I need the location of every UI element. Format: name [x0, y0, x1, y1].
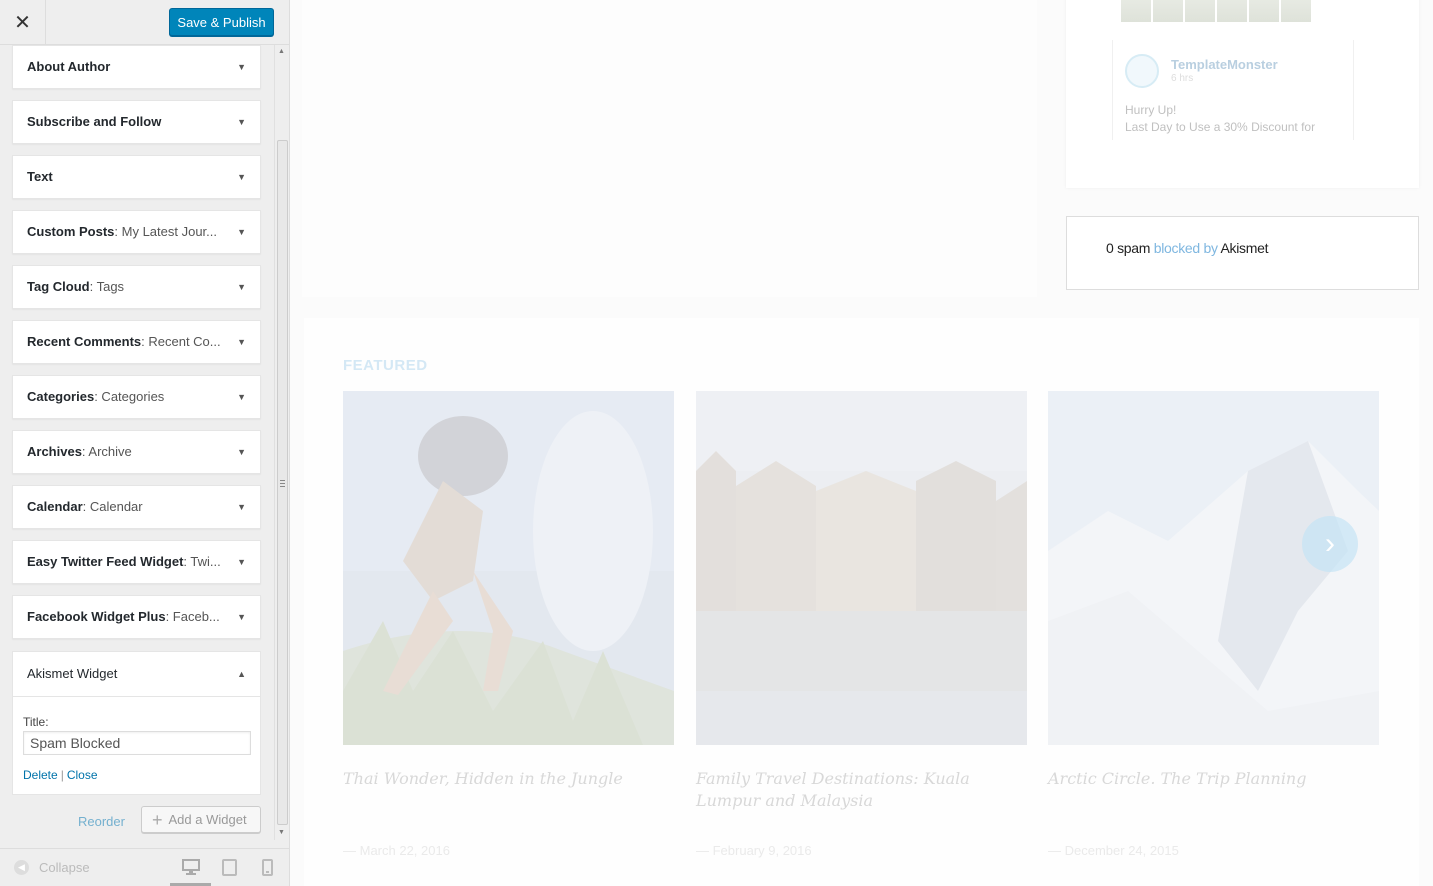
akismet-widget-form: Title: Spam Blocked Delete | Close: [13, 696, 260, 795]
content-panel: [302, 0, 1037, 297]
collapse-icon: ◀: [14, 860, 29, 875]
post-image-jungle[interactable]: [343, 391, 674, 745]
widget-name: Facebook Widget Plus: [27, 609, 166, 624]
add-widget-label: Add a Widget: [168, 812, 247, 827]
reorder-link[interactable]: Reorder: [78, 814, 125, 829]
post-image-city[interactable]: [696, 391, 1027, 745]
widget-text[interactable]: Text ▼: [12, 155, 261, 199]
customizer-header: ✕ Save & Publish: [0, 0, 289, 45]
template-monster-logo: [1125, 54, 1159, 88]
sidebar-scrollbar[interactable]: ▲ ▼: [274, 45, 289, 840]
add-widget-button[interactable]: + Add a Widget: [141, 806, 261, 833]
title-input[interactable]: Spam Blocked: [23, 731, 251, 755]
widget-calendar[interactable]: Calendar: Calendar ▼: [12, 485, 261, 529]
akismet-brand: Akismet: [1220, 240, 1269, 256]
post-title[interactable]: Thai Wonder, Hidden in the Jungle: [343, 768, 673, 790]
arrow-down-icon[interactable]: ▼: [237, 321, 246, 363]
akismet-widget-title[interactable]: Akismet Widget: [27, 652, 117, 696]
widget-subtitle: : Recent Co...: [141, 334, 221, 349]
separator: |: [60, 768, 64, 782]
fb-post-text: Hurry Up! Last Day to Use a 30% Discount…: [1125, 103, 1316, 134]
widget-facebook-plus[interactable]: Facebook Widget Plus: Faceb... ▼: [12, 595, 261, 639]
akismet-widget-preview: 0 spam blocked by Akismet: [1066, 216, 1419, 290]
site-preview: TemplateMonster 6 hrs Hurry Up! Last Day…: [290, 0, 1433, 886]
post-date: — December 24, 2015: [1048, 843, 1179, 858]
arrow-down-icon[interactable]: ▼: [237, 101, 246, 143]
collapse-button[interactable]: ◀ Collapse: [14, 860, 90, 875]
arrow-up-icon[interactable]: ▲: [237, 652, 246, 696]
arrow-down-icon[interactable]: ▼: [237, 211, 246, 253]
widget-subtitle: : My Latest Jour...: [114, 224, 218, 239]
scroll-thumb[interactable]: [277, 140, 288, 825]
widget-name: Recent Comments: [27, 334, 142, 349]
mobile-icon[interactable]: [262, 859, 273, 881]
delete-link[interactable]: Delete: [23, 768, 58, 782]
widget-subtitle: : Archive: [81, 444, 132, 459]
widget-custom-posts[interactable]: Custom Posts: My Latest Jour... ▼: [12, 210, 261, 254]
widget-name: Custom Posts: [27, 224, 115, 239]
blocked-by-text: blocked by: [1153, 240, 1218, 256]
widget-subtitle: : Twi...: [183, 554, 221, 569]
widget-easy-twitter-feed[interactable]: Easy Twitter Feed Widget: Twi... ▼: [12, 540, 261, 584]
desktop-icon[interactable]: [182, 859, 200, 880]
arrow-down-icon[interactable]: ▼: [237, 156, 246, 198]
customizer-footer: ◀ Collapse: [0, 848, 289, 886]
fb-post-time: 6 hrs: [1171, 73, 1194, 84]
post-title[interactable]: Arctic Circle. The Trip Planning: [1048, 768, 1378, 790]
widget-archives[interactable]: Archives: Archive ▼: [12, 430, 261, 474]
title-field-label: Title:: [23, 715, 49, 729]
facebook-widget-preview: TemplateMonster 6 hrs Hurry Up! Last Day…: [1066, 0, 1419, 188]
save-publish-button[interactable]: Save & Publish: [169, 8, 274, 36]
spam-count: 0 spam: [1106, 240, 1151, 256]
widget-subscribe-follow[interactable]: Subscribe and Follow ▼: [12, 100, 261, 144]
widget-subtitle: : Tags: [89, 279, 125, 294]
widget-list: About Author ▼ Subscribe and Follow ▼ Te…: [0, 45, 274, 840]
chevron-right-icon[interactable]: ›: [1302, 516, 1358, 572]
arrow-down-icon[interactable]: ▼: [237, 46, 246, 88]
arrow-down-icon[interactable]: ▼: [237, 431, 246, 473]
widget-subtitle: : Categories: [94, 389, 165, 404]
scroll-down-icon[interactable]: ▼: [278, 829, 285, 836]
widget-subtitle: : Calendar: [82, 499, 143, 514]
widget-subtitle: : Faceb...: [165, 609, 220, 624]
featured-heading: FEATURED: [343, 357, 428, 374]
widget-name: Calendar: [27, 499, 83, 514]
widget-name: Subscribe and Follow: [27, 114, 162, 129]
tablet-icon[interactable]: [222, 859, 237, 881]
widget-name: Categories: [27, 389, 95, 404]
arrow-down-icon[interactable]: ▼: [237, 486, 246, 528]
post-date: — March 22, 2016: [343, 843, 450, 858]
fb-page-name[interactable]: TemplateMonster: [1171, 57, 1278, 72]
close-icon[interactable]: ✕: [0, 0, 46, 45]
widget-name: About Author: [27, 59, 111, 74]
widget-name: Easy Twitter Feed Widget: [27, 554, 184, 569]
arrow-down-icon[interactable]: ▼: [237, 376, 246, 418]
arrow-down-icon[interactable]: ▼: [237, 266, 246, 308]
collapse-label: Collapse: [39, 860, 90, 875]
widget-actions: Delete | Close: [23, 768, 98, 782]
post-date: — February 9, 2016: [696, 843, 812, 858]
plus-icon: +: [152, 809, 163, 830]
widget-categories[interactable]: Categories: Categories ▼: [12, 375, 261, 419]
widget-recent-comments[interactable]: Recent Comments: Recent Co... ▼: [12, 320, 261, 364]
arrow-down-icon[interactable]: ▼: [237, 541, 246, 583]
fb-fan-thumbnails: [1121, 0, 1311, 22]
widget-name: Archives: [27, 444, 82, 459]
widget-tag-cloud[interactable]: Tag Cloud: Tags ▼: [12, 265, 261, 309]
post-title[interactable]: Family Travel Destinations: Kuala Lumpur…: [696, 768, 1026, 812]
widget-akismet-expanded: Akismet Widget ▲ Title: Spam Blocked Del…: [12, 651, 261, 795]
akismet-stats: 0 spam blocked by Akismet: [1106, 240, 1268, 256]
customizer-sidebar: ✕ Save & Publish About Author ▼ Subscrib…: [0, 0, 290, 886]
arrow-down-icon[interactable]: ▼: [237, 596, 246, 638]
fb-post: TemplateMonster 6 hrs Hurry Up! Last Day…: [1112, 40, 1354, 140]
scroll-up-icon[interactable]: ▲: [278, 48, 285, 55]
close-link[interactable]: Close: [67, 768, 98, 782]
featured-section: FEATURED Thai Wonder, Hidden in the Jung…: [304, 318, 1419, 886]
widget-name: Tag Cloud: [27, 279, 90, 294]
widget-about-author[interactable]: About Author ▼: [12, 45, 261, 89]
widget-name: Text: [27, 169, 53, 184]
